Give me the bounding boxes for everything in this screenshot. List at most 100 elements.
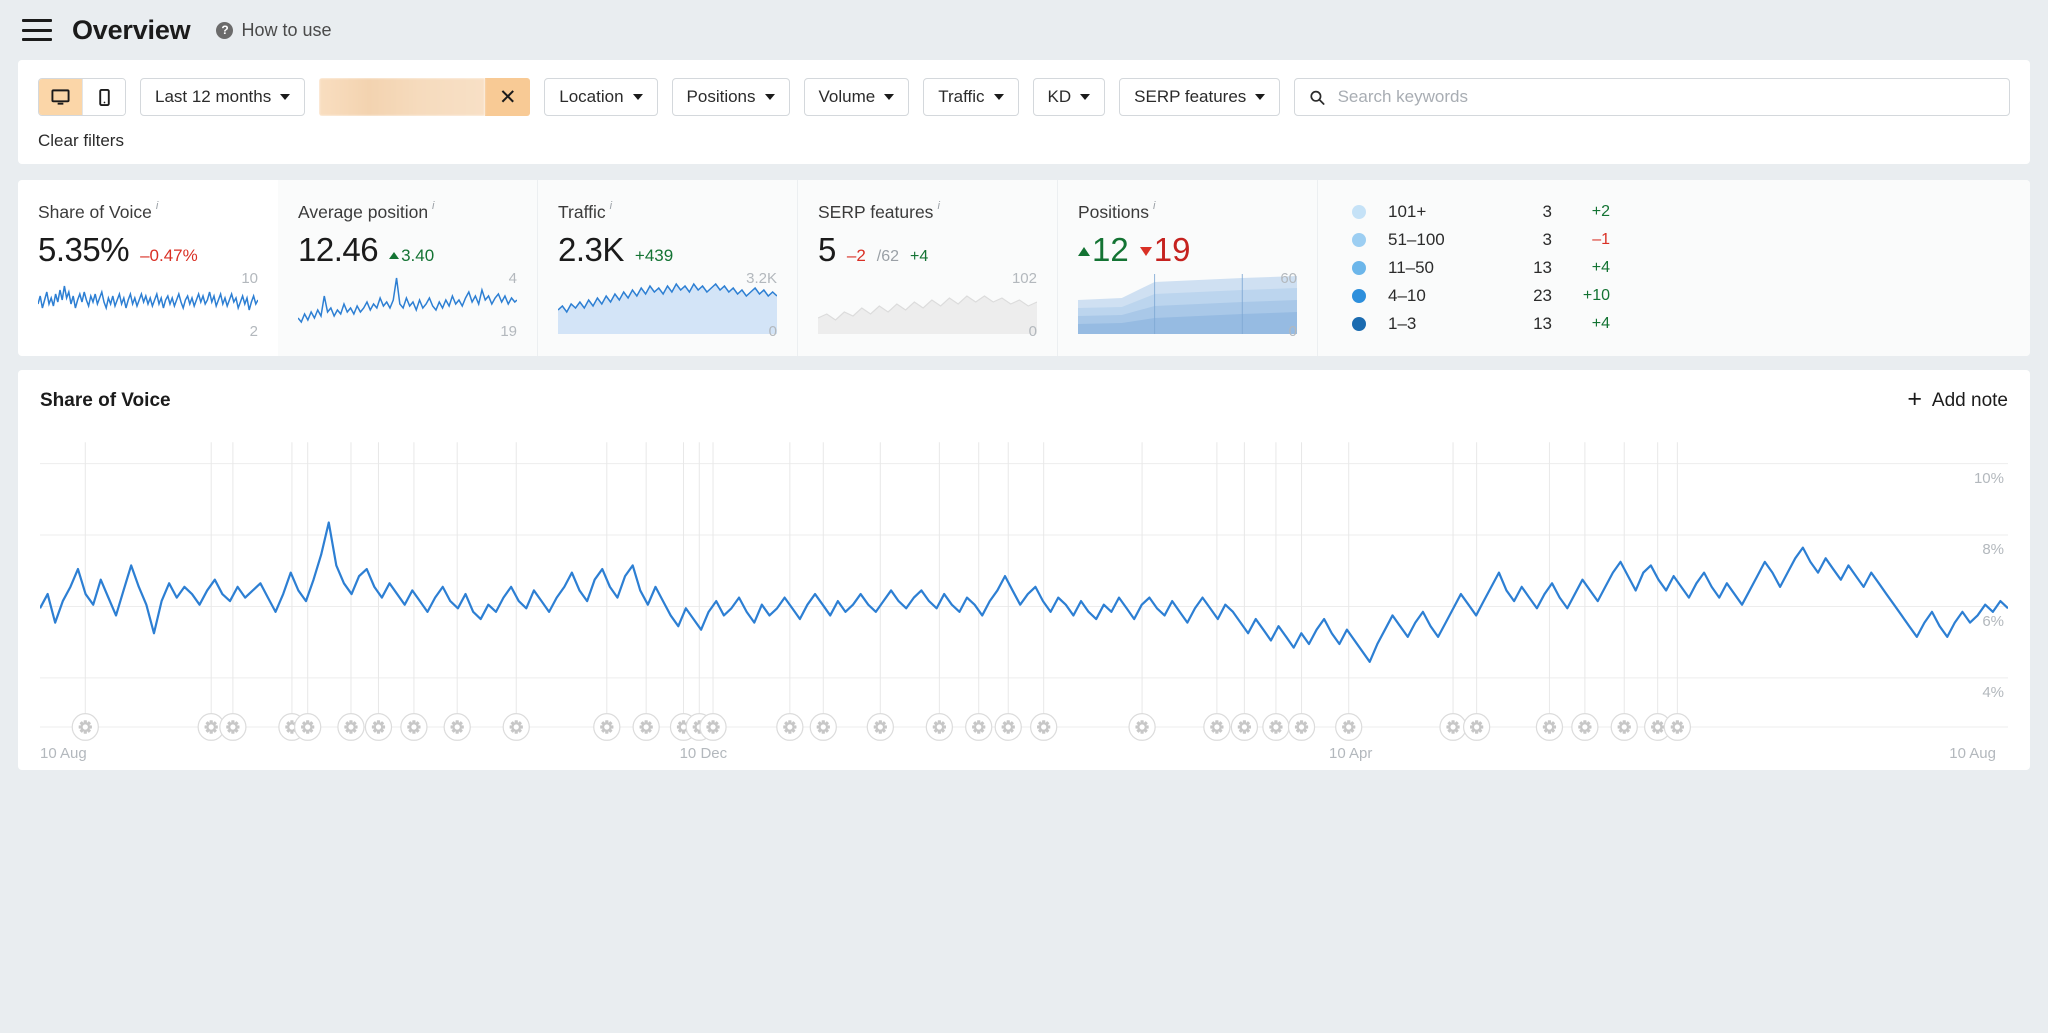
legend-row[interactable]: 11–50 13 +4 xyxy=(1352,256,2004,281)
legend-row[interactable]: 101+ 3 +2 xyxy=(1352,200,2004,225)
clear-filters-button[interactable]: Clear filters xyxy=(38,131,2010,151)
metric-value: 2.3K xyxy=(558,231,624,269)
legend-row[interactable]: 4–10 23 +10 xyxy=(1352,284,2004,309)
metric-title-text: SERP features xyxy=(818,202,933,223)
metric-delta: +439 xyxy=(635,246,673,266)
sparkline-traffic: 3.2K 0 xyxy=(558,274,777,334)
top-bar: Overview ? How to use xyxy=(0,0,2048,60)
hamburger-menu-icon[interactable] xyxy=(22,19,52,41)
legend-color-dot xyxy=(1352,317,1366,331)
metric-card-title: SERP features i xyxy=(818,202,1037,223)
metric-total-delta: +4 xyxy=(910,248,928,266)
triangle-down-icon xyxy=(1140,247,1152,256)
legend-label: 101+ xyxy=(1388,202,1508,222)
metric-value: 5.35% xyxy=(38,231,129,269)
positions-improved: 12 xyxy=(1078,231,1129,269)
share-of-voice-chart-panel: Share of Voice + Add note 4% 6% 8% 10% 1… xyxy=(18,370,2030,770)
positions-declined: 19 xyxy=(1140,231,1191,269)
legend-color-dot xyxy=(1352,289,1366,303)
x-axis-tick-label: 10 Apr xyxy=(1329,745,1372,762)
mobile-phone-icon[interactable] xyxy=(82,79,125,115)
y-axis-tick-label: 6% xyxy=(1982,613,2004,630)
metric-card-title: Average position i xyxy=(298,202,517,223)
legend-delta: +2 xyxy=(1552,203,1610,221)
metric-title-text: Positions xyxy=(1078,202,1149,223)
metric-cards-strip: Share of Voice i 5.35% –0.47% 10 2 Avera… xyxy=(18,180,2030,356)
filter-dropdown-kd-label: KD xyxy=(1048,87,1072,107)
legend-count: 3 xyxy=(1508,230,1552,250)
metric-card-positions[interactable]: Positions i 12 19 60 0 xyxy=(1058,180,1318,356)
info-icon[interactable]: i xyxy=(937,200,939,212)
filter-dropdown-location-label: Location xyxy=(559,87,623,107)
sparkline-bottom-label: 0 xyxy=(769,323,777,340)
metric-card-share-of-voice[interactable]: Share of Voice i 5.35% –0.47% 10 2 xyxy=(18,180,278,356)
filter-dropdown-volume[interactable]: Volume xyxy=(804,78,910,116)
metric-card-title: Share of Voice i xyxy=(38,202,258,223)
chevron-down-icon xyxy=(633,94,643,100)
metric-delta: 3.40 xyxy=(389,246,434,266)
legend-delta: +10 xyxy=(1552,287,1610,305)
chevron-down-icon xyxy=(280,94,290,100)
filter-dropdown-positions[interactable]: Positions xyxy=(672,78,790,116)
sparkline-top-label: 102 xyxy=(1012,270,1037,287)
chart-title: Share of Voice xyxy=(40,390,171,412)
add-note-label: Add note xyxy=(1932,390,2008,412)
metric-value-row: 5 –2 /62 +4 xyxy=(818,231,1037,269)
sparkline-positions: 60 0 xyxy=(1078,274,1297,334)
how-to-use-label: How to use xyxy=(241,20,331,41)
filter-dropdown-serp-features-label: SERP features xyxy=(1134,87,1246,107)
info-icon[interactable]: i xyxy=(610,200,612,212)
question-mark-icon: ? xyxy=(216,22,233,39)
metric-title-text: Average position xyxy=(298,202,428,223)
search-keywords-box[interactable] xyxy=(1294,78,2010,116)
legend-color-dot xyxy=(1352,205,1366,219)
legend-row[interactable]: 51–100 3 –1 xyxy=(1352,228,2004,253)
metric-card-title: Traffic i xyxy=(558,202,777,223)
metric-title-text: Traffic xyxy=(558,202,606,223)
device-toggle[interactable] xyxy=(38,78,126,116)
x-axis-tick-label: 10 Aug xyxy=(40,745,87,762)
project-chip[interactable]: ✕ xyxy=(319,78,530,116)
metric-card-average-position[interactable]: Average position i 12.46 3.40 4 19 xyxy=(278,180,538,356)
metric-value-row: 2.3K +439 xyxy=(558,231,777,269)
filter-dropdown-traffic-label: Traffic xyxy=(938,87,984,107)
metric-card-serp-features[interactable]: SERP features i 5 –2 /62 +4 102 0 xyxy=(798,180,1058,356)
filter-dropdown-kd[interactable]: KD xyxy=(1033,78,1106,116)
y-axis-tick-label: 10% xyxy=(1974,470,2004,487)
metric-value-row: 5.35% –0.47% xyxy=(38,231,258,269)
sparkline-bottom-label: 2 xyxy=(250,323,258,340)
desktop-monitor-icon[interactable] xyxy=(39,79,82,115)
filter-dropdown-traffic[interactable]: Traffic xyxy=(923,78,1018,116)
metric-delta: –0.47% xyxy=(140,246,198,266)
positions-legend: 101+ 3 +2 51–100 3 –1 11–50 13 +4 4–10 2… xyxy=(1318,180,2030,356)
date-range-dropdown[interactable]: Last 12 months xyxy=(140,78,305,116)
filter-dropdown-positions-label: Positions xyxy=(687,87,756,107)
close-icon[interactable]: ✕ xyxy=(485,78,530,116)
chart-plot-area[interactable]: 4% 6% 8% 10% 10 Aug 10 Dec 10 Apr 10 Aug xyxy=(40,432,2008,770)
legend-row[interactable]: 1–3 13 +4 xyxy=(1352,312,2004,337)
info-icon[interactable]: i xyxy=(1153,200,1155,212)
info-icon[interactable]: i xyxy=(156,200,158,212)
chevron-down-icon xyxy=(884,94,894,100)
add-note-button[interactable]: + Add note xyxy=(1907,388,2008,413)
chevron-down-icon xyxy=(1255,94,1265,100)
filter-dropdown-serp-features[interactable]: SERP features xyxy=(1119,78,1280,116)
search-input[interactable] xyxy=(1338,87,1995,107)
sparkline-average-position: 4 19 xyxy=(298,274,517,334)
filter-dropdown-location[interactable]: Location xyxy=(544,78,657,116)
metric-card-traffic[interactable]: Traffic i 2.3K +439 3.2K 0 xyxy=(538,180,798,356)
metric-delta: –2 xyxy=(847,246,866,266)
x-axis-tick-label: 10 Aug xyxy=(1949,745,1996,762)
sparkline-bottom-label: 0 xyxy=(1029,323,1037,340)
filter-panel: Last 12 months ✕ Location Positions Volu… xyxy=(18,60,2030,164)
sparkline-bottom-label: 0 xyxy=(1289,323,1297,340)
metric-value-row: 12.46 3.40 xyxy=(298,231,517,269)
metric-delta-text: 3.40 xyxy=(401,246,434,265)
page-title: Overview xyxy=(72,15,190,46)
filter-row: Last 12 months ✕ Location Positions Volu… xyxy=(38,78,2010,116)
legend-label: 4–10 xyxy=(1388,286,1508,306)
how-to-use-link[interactable]: ? How to use xyxy=(216,20,331,41)
project-chip-redacted-label xyxy=(319,78,485,116)
legend-label: 1–3 xyxy=(1388,314,1508,334)
info-icon[interactable]: i xyxy=(432,200,434,212)
